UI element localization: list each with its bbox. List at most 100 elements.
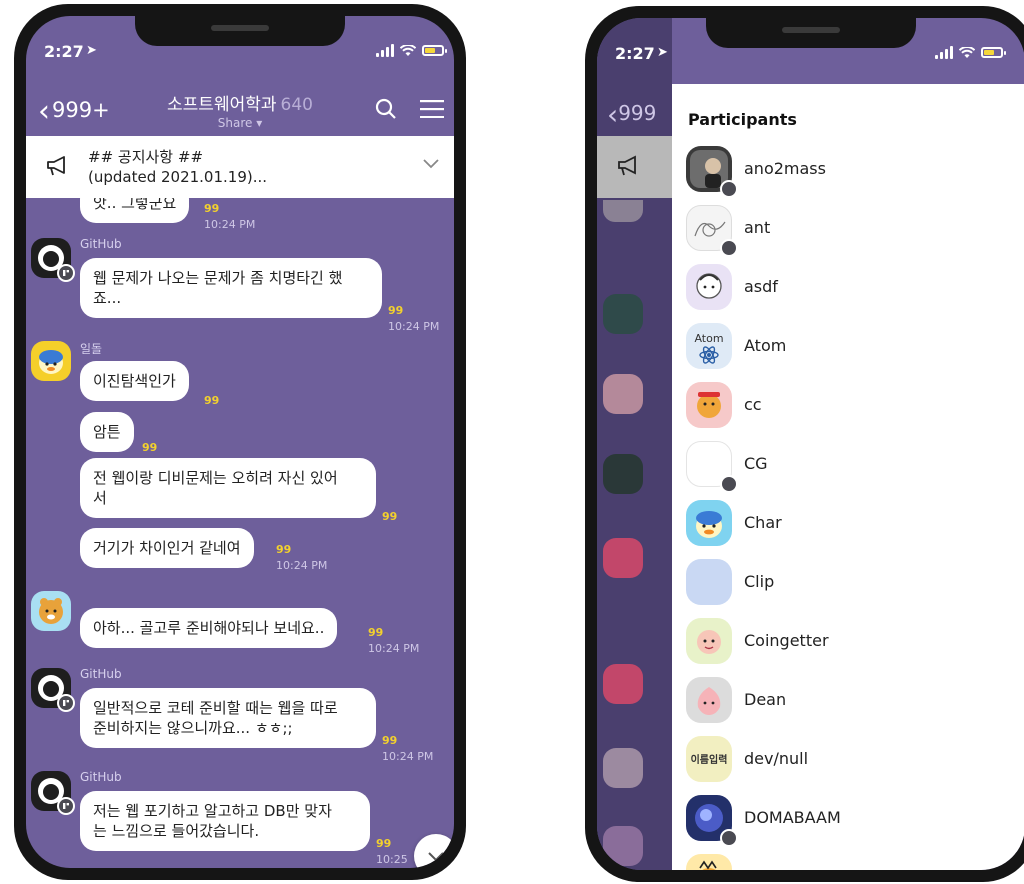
participant-avatar (686, 677, 732, 723)
message-bubble[interactable]: 거기가 차이인거 같네여 (80, 528, 254, 568)
participant-name: Atom (744, 336, 787, 355)
participant-name: CG (744, 454, 768, 473)
unread-count: 99 (368, 626, 384, 639)
status-time: 2:27 (44, 42, 84, 61)
participant-name: DOMABAAM (744, 808, 841, 827)
character-avatar-icon (39, 598, 63, 624)
sender-name: GitHub (80, 667, 122, 681)
participant-name: Dean (744, 690, 787, 709)
dimmed-chat[interactable]: ‹999 (597, 18, 672, 870)
unread-count: 99 (204, 394, 220, 407)
unread-count: 99 (276, 543, 292, 556)
message-bubble[interactable]: 저는 웹 포기하고 알고하고 DB만 맞자 는 느낌으로 들어갔습니다. (80, 791, 370, 851)
avatar (603, 294, 643, 334)
wifi-icon (400, 44, 416, 56)
participant-item[interactable]: Char (686, 500, 1006, 548)
message-bubble[interactable]: 웹 문제가 나오는 문제가 좀 치명타긴 했 죠... (80, 258, 382, 318)
unread-count: 99 (142, 441, 158, 454)
participant-item[interactable]: Coingetter (686, 618, 1006, 666)
atom-icon (699, 346, 719, 364)
avatar-label-text: 이름입력 (690, 755, 728, 766)
participant-name: cc (744, 395, 762, 414)
unread-count: 99 (376, 837, 392, 850)
message-bubble[interactable]: 전 웹이랑 디비문제는 오히려 자신 있어 서 (80, 458, 376, 518)
avatar (603, 374, 643, 414)
owner-badge-icon (720, 829, 738, 847)
avatar (603, 748, 643, 788)
notch (706, 18, 916, 48)
status-time: 2:27 (615, 44, 655, 63)
participant-avatar (686, 854, 732, 870)
avatar[interactable] (31, 771, 75, 815)
megaphone-icon (618, 155, 636, 176)
participant-avatar (686, 382, 732, 428)
sender-name: GitHub (80, 770, 122, 784)
notice-banner[interactable]: ## 공지사항 ## (updated 2021.01.19)... (26, 136, 454, 198)
avatar[interactable] (31, 341, 71, 381)
message-bubble[interactable]: 이진탐색인가 (80, 361, 189, 401)
participant-item[interactable]: ant (686, 205, 1006, 257)
unread-count: 99 (204, 202, 220, 215)
megaphone-icon (47, 156, 65, 176)
message-time: 10:24 PM (368, 642, 420, 655)
participant-item[interactable]: CG (686, 441, 1006, 493)
participant-item[interactable]: Dean (686, 677, 1006, 725)
unread-count: 99 (382, 734, 398, 747)
avatar[interactable] (31, 238, 75, 282)
chat-header: ‹999+ 소프트웨어학과 640 Share ▾ (26, 76, 454, 136)
avatar (603, 538, 643, 578)
participant-name: ff (744, 867, 755, 870)
message-time: 10:24 PM (276, 559, 328, 572)
message-bubble[interactable]: 일반적으로 코테 준비할 때는 웹을 따로 준비하지는 않으니까요... ㅎㅎ;; (80, 688, 376, 748)
avatar (603, 664, 643, 704)
participant-item[interactable]: Clip (686, 559, 1006, 607)
left-phone: 2:27 ➤ ‹999+ 소프트웨어학과 640 Share ▾ ## 공지사항 … (14, 4, 466, 880)
notice-date: (updated 2021.01.19)... (88, 168, 268, 186)
unread-count: 99 (382, 510, 398, 523)
message-bubble[interactable]: 아하... 골고루 준비해야되나 보네요.. (80, 608, 338, 648)
avatar (603, 200, 643, 222)
panel-title: Participants (688, 110, 797, 129)
participant-avatar: 이름입력 (686, 736, 732, 782)
signal-icon (376, 44, 394, 57)
chat-screen: 2:27 ➤ ‹999+ 소프트웨어학과 640 Share ▾ ## 공지사항 … (26, 16, 454, 868)
scroll-down-button[interactable] (414, 834, 454, 868)
avatar (603, 454, 643, 494)
participants-panel: Participants ano2mass ant asdf Atom Atom (672, 84, 1024, 870)
avatar[interactable] (31, 591, 71, 631)
participant-item[interactable]: cc (686, 382, 1006, 430)
battery-icon (422, 45, 447, 56)
participant-avatar (686, 500, 732, 546)
right-phone: 2:27 ➤ ‹999 Participants ano2mass ant as… (585, 6, 1024, 882)
menu-icon[interactable] (420, 100, 444, 118)
unread-count: 99 (388, 304, 404, 317)
participant-item[interactable]: 이름입력 dev/null (686, 736, 1006, 784)
participant-item[interactable]: DOMABAAM (686, 795, 1006, 847)
participant-name: Char (744, 513, 782, 532)
participant-avatar (686, 264, 732, 310)
chevron-down-icon[interactable] (422, 158, 440, 170)
message-bubble[interactable]: 암튼 (80, 412, 134, 452)
owner-badge-icon (720, 180, 738, 198)
message-time: 10:24 PM (382, 750, 434, 763)
participant-avatar (686, 559, 732, 605)
location-icon: ➤ (657, 45, 668, 60)
message-time: 10:24 PM (388, 320, 440, 333)
notice-banner-dimmed (597, 136, 672, 198)
avatar[interactable] (31, 668, 75, 712)
participant-item[interactable]: ano2mass (686, 146, 1006, 198)
participants-screen: 2:27 ➤ ‹999 Participants ano2mass ant as… (597, 18, 1024, 870)
search-icon[interactable] (375, 98, 397, 120)
atom-logo-text: Atom (694, 332, 724, 345)
participant-item[interactable]: asdf (686, 264, 1006, 312)
participant-item[interactable]: Atom Atom (686, 323, 1006, 371)
character-avatar-icon (39, 350, 63, 374)
avatar (603, 826, 643, 866)
member-count: 640 (280, 95, 313, 115)
notch (135, 16, 345, 46)
participant-name: Clip (744, 572, 775, 591)
owner-badge-icon (720, 239, 738, 257)
back-button[interactable]: ‹999 (607, 98, 656, 131)
notice-title: ## 공지사항 ## (88, 148, 204, 166)
participant-item[interactable]: ff (686, 854, 1006, 870)
